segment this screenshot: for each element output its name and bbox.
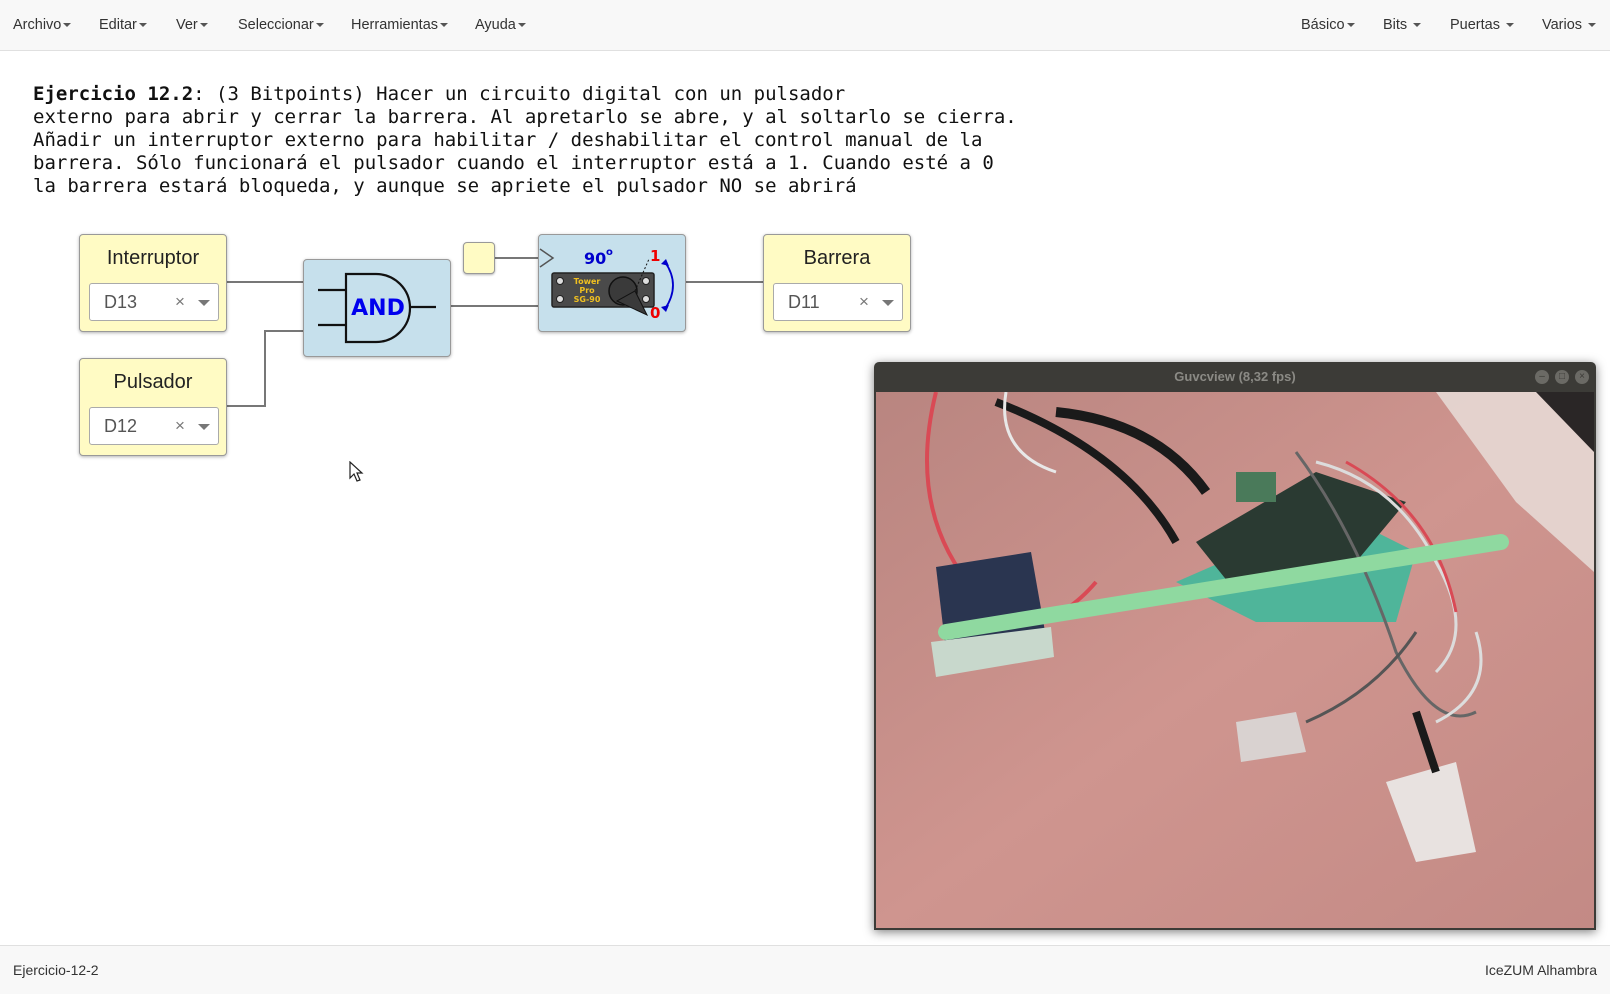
pin-select[interactable]: D11 × — [773, 283, 903, 321]
servo-icon: 90 o 1 0 Tower Pro SG-90 — [539, 247, 674, 322]
dropdown-arrow-icon[interactable] — [198, 424, 210, 430]
caret-down-icon — [315, 23, 324, 28]
and-label: AND — [351, 296, 405, 321]
servo-model: SG-90 — [574, 295, 601, 304]
input-block-interruptor[interactable]: Interruptor D13 × — [79, 234, 227, 332]
caret-down-icon — [1506, 23, 1515, 28]
caret-down-icon — [138, 23, 147, 28]
exercise-description: Ejercicio 12.2: (3 Bitpoints) Hacer un c… — [33, 83, 1017, 198]
menu-label: Seleccionar — [238, 17, 314, 33]
parameter-box[interactable] — [463, 242, 495, 274]
menu-label: Bits — [1383, 17, 1408, 33]
camera-view — [876, 392, 1594, 928]
minimize-icon[interactable]: – — [1535, 370, 1549, 384]
description-line: Añadir un interruptor externo para habil… — [33, 129, 983, 151]
menu-archivo[interactable]: Archivo — [13, 0, 72, 50]
menu-bar: Archivo Editar Ver Seleccionar Herramien… — [0, 0, 1610, 51]
menu-label: Herramientas — [351, 17, 439, 33]
caret-down-icon — [1588, 23, 1597, 28]
wire — [226, 330, 303, 407]
menu-seleccionar[interactable]: Seleccionar — [238, 0, 324, 50]
caret-down-icon — [63, 23, 72, 28]
status-bar: Ejercicio-12-2 IceZUM Alhambra — [0, 945, 1610, 994]
block-title: Interruptor — [106, 247, 200, 269]
camera-image — [876, 392, 1594, 928]
menu-herramientas[interactable]: Herramientas — [351, 0, 449, 50]
menu-ver[interactable]: Ver — [176, 0, 208, 50]
block-title: Barrera — [803, 247, 871, 269]
clear-icon[interactable]: × — [859, 292, 869, 312]
description-line: barrera. Sólo funcionará el pulsador cua… — [33, 152, 994, 174]
pin-value: D13 — [104, 292, 138, 312]
mouse-pointer-icon — [349, 461, 364, 482]
servo-block[interactable]: 90 o 1 0 Tower Pro SG-90 — [538, 234, 686, 332]
clear-icon[interactable]: × — [175, 416, 185, 436]
exercise-title: Ejercicio 12.2 — [33, 83, 194, 105]
caret-down-icon — [1346, 23, 1355, 28]
pin-select[interactable]: D13 × — [89, 283, 219, 321]
menu-ayuda[interactable]: Ayuda — [475, 0, 526, 50]
servo-brand-tower: Tower — [574, 277, 601, 286]
close-icon[interactable]: × — [1575, 370, 1589, 384]
menu-label: Ayuda — [475, 17, 516, 33]
description-line: externo para abrir y cerrar la barrera. … — [33, 106, 1017, 128]
dropdown-arrow-icon[interactable] — [198, 300, 210, 306]
maximize-icon[interactable]: □ — [1555, 370, 1569, 384]
caret-down-icon — [517, 23, 526, 28]
servo-degree: o — [606, 247, 613, 258]
board-name[interactable]: IceZUM Alhambra — [1485, 946, 1597, 994]
and-gate-icon: AND — [318, 272, 436, 344]
pin-value: D11 — [788, 292, 820, 312]
menu-label: Editar — [99, 17, 137, 33]
menu-label: Archivo — [13, 17, 62, 33]
project-name: Ejercicio-12-2 — [13, 962, 99, 978]
camera-window[interactable]: Guvcview (8,32 fps) – □ × — [874, 362, 1596, 930]
input-block-pulsador[interactable]: Pulsador D12 × — [79, 358, 227, 456]
servo-high-value: 1 — [650, 247, 660, 265]
and-gate-block[interactable]: AND — [303, 259, 451, 357]
clear-icon[interactable]: × — [175, 292, 185, 312]
menu-bits[interactable]: Bits — [1383, 0, 1422, 50]
menu-puertas[interactable]: Puertas — [1450, 0, 1515, 50]
servo-angle: 90 — [584, 249, 606, 268]
window-title: Guvcview (8,32 fps) — [1174, 369, 1296, 384]
pin-select[interactable]: D12 × — [89, 407, 219, 445]
block-title: Pulsador — [113, 371, 193, 393]
dropdown-arrow-icon[interactable] — [882, 300, 894, 306]
menu-editar[interactable]: Editar — [99, 0, 147, 50]
servo-brand-pro: Pro — [579, 286, 595, 295]
menu-label: Puertas — [1450, 17, 1500, 33]
caret-down-icon — [440, 23, 449, 28]
description-line: : (3 Bitpoints) Hacer un circuito digita… — [193, 83, 846, 105]
menu-label: Ver — [176, 17, 198, 33]
menu-label: Varios — [1542, 17, 1583, 33]
description-line: la barrera estará bloqueda, y aunque se … — [33, 175, 857, 197]
menu-label: Básico — [1301, 17, 1345, 33]
menu-varios[interactable]: Varios — [1542, 0, 1597, 50]
pin-value: D12 — [104, 416, 138, 436]
caret-down-icon — [199, 23, 208, 28]
menu-basico[interactable]: Básico — [1301, 0, 1355, 50]
caret-down-icon — [1413, 23, 1422, 28]
output-block-barrera[interactable]: Barrera D11 × — [763, 234, 911, 332]
